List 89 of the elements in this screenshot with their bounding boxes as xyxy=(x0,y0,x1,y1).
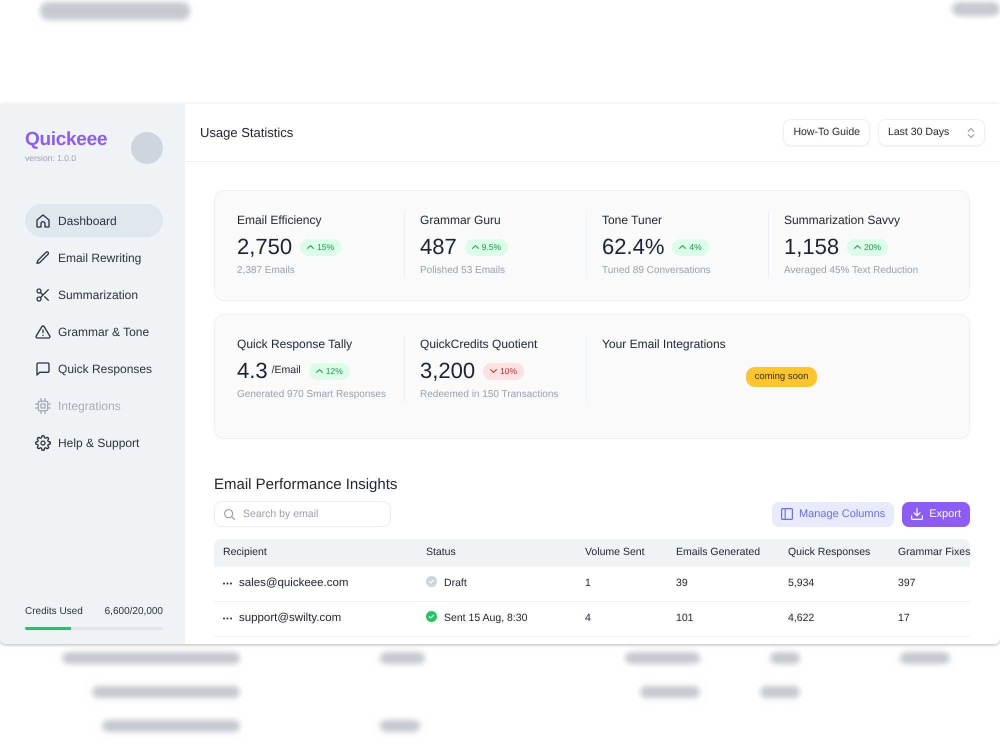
period-select[interactable]: Last 30 Days xyxy=(878,119,985,146)
blurred-placeholder xyxy=(770,652,800,664)
column-header: Status xyxy=(417,539,576,567)
settings-icon xyxy=(35,434,51,450)
stat-value: 1,158 xyxy=(784,234,840,260)
stat-title: Grammar Guru xyxy=(420,212,502,228)
coming-soon-badge: coming soon xyxy=(746,366,818,388)
stat-value: 3,200 xyxy=(420,358,476,384)
credits-label: Credits Used xyxy=(25,605,83,619)
scissors-icon xyxy=(35,286,51,302)
sidebar-item[interactable]: Quick Responses xyxy=(25,352,163,385)
stat-title: Quick Response Tally xyxy=(237,336,354,352)
blurred-placeholder xyxy=(952,2,1000,16)
more-icon[interactable] xyxy=(223,582,232,586)
trend-percent: 4% xyxy=(689,240,702,254)
column-header: Volume Sent xyxy=(576,539,667,567)
how-to-guide-button[interactable]: How-To Guide xyxy=(783,119,870,146)
table-cell: 5,934 xyxy=(779,567,889,602)
check-circle-icon xyxy=(426,611,437,622)
chat-bubble-icon xyxy=(35,360,51,376)
stat-value: 487 xyxy=(420,234,457,260)
column-header: Quick Responses xyxy=(779,539,889,567)
download-icon xyxy=(911,508,924,520)
recipient-email: support@swilty.com xyxy=(239,612,342,624)
stat-title: Tone Tuner xyxy=(602,212,664,228)
search-field[interactable]: Search by email xyxy=(214,501,391,527)
stat-caption: Redeemed in 150 Transactions xyxy=(420,388,560,402)
page-title: Usage Statistics xyxy=(200,124,294,140)
stat-caption: Tuned 89 Conversations xyxy=(602,264,712,278)
chevron-up-icon xyxy=(854,245,862,249)
credits-reading: 6,600/20,000 xyxy=(104,605,163,619)
table-cell: 1 xyxy=(576,567,667,602)
logo-text: Quickeee xyxy=(25,129,108,151)
columns-icon xyxy=(780,508,793,520)
stat-value: 62.4% xyxy=(602,234,664,260)
trend-percent: 9.5% xyxy=(482,240,502,254)
stat-title: Summarization Savvy xyxy=(784,212,902,228)
export-button[interactable]: Export xyxy=(902,502,970,526)
stat-title: Email Efficiency xyxy=(237,212,322,228)
check-circle-icon xyxy=(426,576,437,588)
table-cell: 39 xyxy=(667,567,779,602)
blurred-placeholder xyxy=(380,652,425,664)
column-header: Grammar Fixes xyxy=(889,539,970,567)
sidebar-item[interactable]: Summarization xyxy=(25,278,163,311)
table-cell: 4,622 xyxy=(779,602,889,637)
pencil-icon xyxy=(35,250,51,266)
column-header: Recipient xyxy=(214,539,417,567)
chevron-down-icon xyxy=(490,369,498,373)
stat-caption: Polished 53 Emails xyxy=(420,264,506,278)
sidebar-item[interactable]: Email Rewriting xyxy=(25,241,163,274)
table-cell: 4 xyxy=(576,602,667,637)
trend-percent: 15% xyxy=(317,240,334,254)
blurred-placeholder xyxy=(640,686,700,698)
status-label: Sent 15 Aug, 8:30 xyxy=(444,612,528,624)
home-icon xyxy=(35,212,51,228)
sidebar-item[interactable]: Grammar & Tone xyxy=(25,315,163,348)
sidebar-item[interactable]: Dashboard xyxy=(25,204,163,237)
sort-arrows-icon xyxy=(967,128,975,138)
table-cell: 397 xyxy=(889,567,970,602)
section-title: Email Performance Insights xyxy=(214,476,398,494)
blurred-placeholder xyxy=(900,652,950,664)
trend-percent: 20% xyxy=(864,240,882,254)
stat-caption: Averaged 45% Text Reduction xyxy=(784,264,920,278)
chevron-up-icon xyxy=(307,245,314,249)
stat-caption: 2,387 Emails xyxy=(237,264,296,278)
more-icon[interactable] xyxy=(223,617,232,620)
chevron-up-icon xyxy=(472,245,479,249)
stat-value: 2,750 xyxy=(237,234,292,260)
trend-percent: 10% xyxy=(500,364,518,378)
stat-unit: /Email xyxy=(272,363,301,378)
search-icon xyxy=(224,509,235,520)
table-cell: 101 xyxy=(667,602,779,637)
sidebar-item[interactable]: Help & Support xyxy=(25,426,163,459)
recipient-email: sales@quickeee.com xyxy=(239,577,348,590)
warning-icon xyxy=(35,324,51,340)
trend-percent: 12% xyxy=(326,364,343,378)
stat-value: 4.3 xyxy=(237,358,268,384)
version-text: version: 1.0.0 xyxy=(25,153,78,164)
column-header: Emails Generated xyxy=(667,539,779,567)
chevron-up-icon xyxy=(679,245,686,249)
blurred-placeholder xyxy=(380,720,420,732)
status-label: Draft xyxy=(444,577,467,590)
chevron-up-icon xyxy=(316,369,323,373)
stat-title: Your Email Integrations xyxy=(602,336,727,352)
stat-caption: Generated 970 Smart Responses xyxy=(237,388,387,402)
stat-title: QuickCredits Quotient xyxy=(420,336,538,352)
chip-icon xyxy=(35,398,51,414)
blurred-placeholder xyxy=(760,686,800,698)
table-cell: 17 xyxy=(889,602,970,637)
